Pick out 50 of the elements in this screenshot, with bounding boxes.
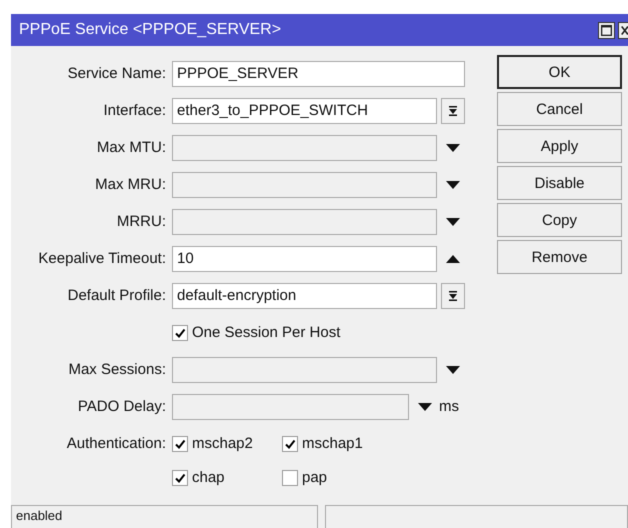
input-field[interactable] bbox=[172, 172, 437, 198]
field-label: Service Name: bbox=[66, 65, 166, 82]
expand-arrow-icon[interactable] bbox=[446, 144, 460, 152]
dialog-button[interactable]: Cancel bbox=[497, 92, 622, 126]
close-icon[interactable] bbox=[618, 22, 628, 38]
expand-arrow-icon[interactable] bbox=[446, 180, 460, 188]
window-title: PPPoE Service <PPPOE_SERVER> bbox=[19, 21, 282, 39]
field-label: MRRU: bbox=[116, 213, 166, 230]
unit-label: ms bbox=[439, 398, 459, 415]
dropdown-icon bbox=[448, 290, 458, 300]
field-label: PADO Delay: bbox=[76, 398, 166, 415]
input-field[interactable] bbox=[172, 208, 437, 234]
field-label: Max MRU: bbox=[94, 176, 166, 193]
dialog-button[interactable]: Remove bbox=[497, 240, 622, 274]
dropdown-button[interactable] bbox=[441, 282, 465, 308]
expand-arrow-icon[interactable] bbox=[418, 402, 432, 410]
expand-arrow-icon[interactable] bbox=[446, 366, 460, 374]
checkbox[interactable] bbox=[282, 436, 298, 452]
checkbox[interactable] bbox=[172, 470, 188, 486]
checkbox[interactable] bbox=[282, 470, 298, 486]
dropdown-field[interactable]: ether3_to_PPPOE_SWITCH bbox=[172, 98, 437, 124]
text-field[interactable]: PPPOE_SERVER bbox=[172, 60, 465, 86]
dialog-button[interactable]: Apply bbox=[497, 129, 622, 163]
checkbox-label: mschap1 bbox=[302, 435, 363, 452]
status-text: enabled bbox=[11, 505, 318, 528]
input-field[interactable] bbox=[172, 134, 437, 160]
checkbox[interactable] bbox=[172, 324, 188, 340]
field-label: Default Profile: bbox=[66, 287, 166, 304]
dialog-button[interactable]: Disable bbox=[497, 166, 622, 200]
field-label: Max Sessions: bbox=[67, 361, 166, 378]
checkbox-label: One Session Per Host bbox=[192, 324, 340, 341]
input-field[interactable]: 10 bbox=[172, 246, 437, 272]
collapse-arrow-icon[interactable] bbox=[446, 254, 460, 262]
dialog-button[interactable]: Copy bbox=[497, 203, 622, 237]
dropdown-icon bbox=[448, 106, 458, 116]
dialog-button[interactable]: OK bbox=[497, 55, 622, 89]
field-label: Max MTU: bbox=[96, 139, 166, 156]
field-label: Keepalive Timeout: bbox=[37, 250, 166, 267]
dropdown-field[interactable]: default-encryption bbox=[172, 282, 437, 308]
input-field[interactable] bbox=[172, 356, 437, 382]
checkbox[interactable] bbox=[172, 436, 188, 452]
dropdown-button[interactable] bbox=[441, 98, 465, 124]
checkbox-label: mschap2 bbox=[192, 435, 253, 452]
maximize-icon[interactable] bbox=[598, 22, 615, 38]
checkbox-label: pap bbox=[302, 469, 328, 486]
expand-arrow-icon[interactable] bbox=[446, 218, 460, 226]
input-field[interactable] bbox=[172, 394, 409, 420]
checkbox-label: chap bbox=[192, 469, 225, 486]
field-label: Authentication: bbox=[66, 435, 166, 452]
field-label: Interface: bbox=[102, 102, 166, 119]
